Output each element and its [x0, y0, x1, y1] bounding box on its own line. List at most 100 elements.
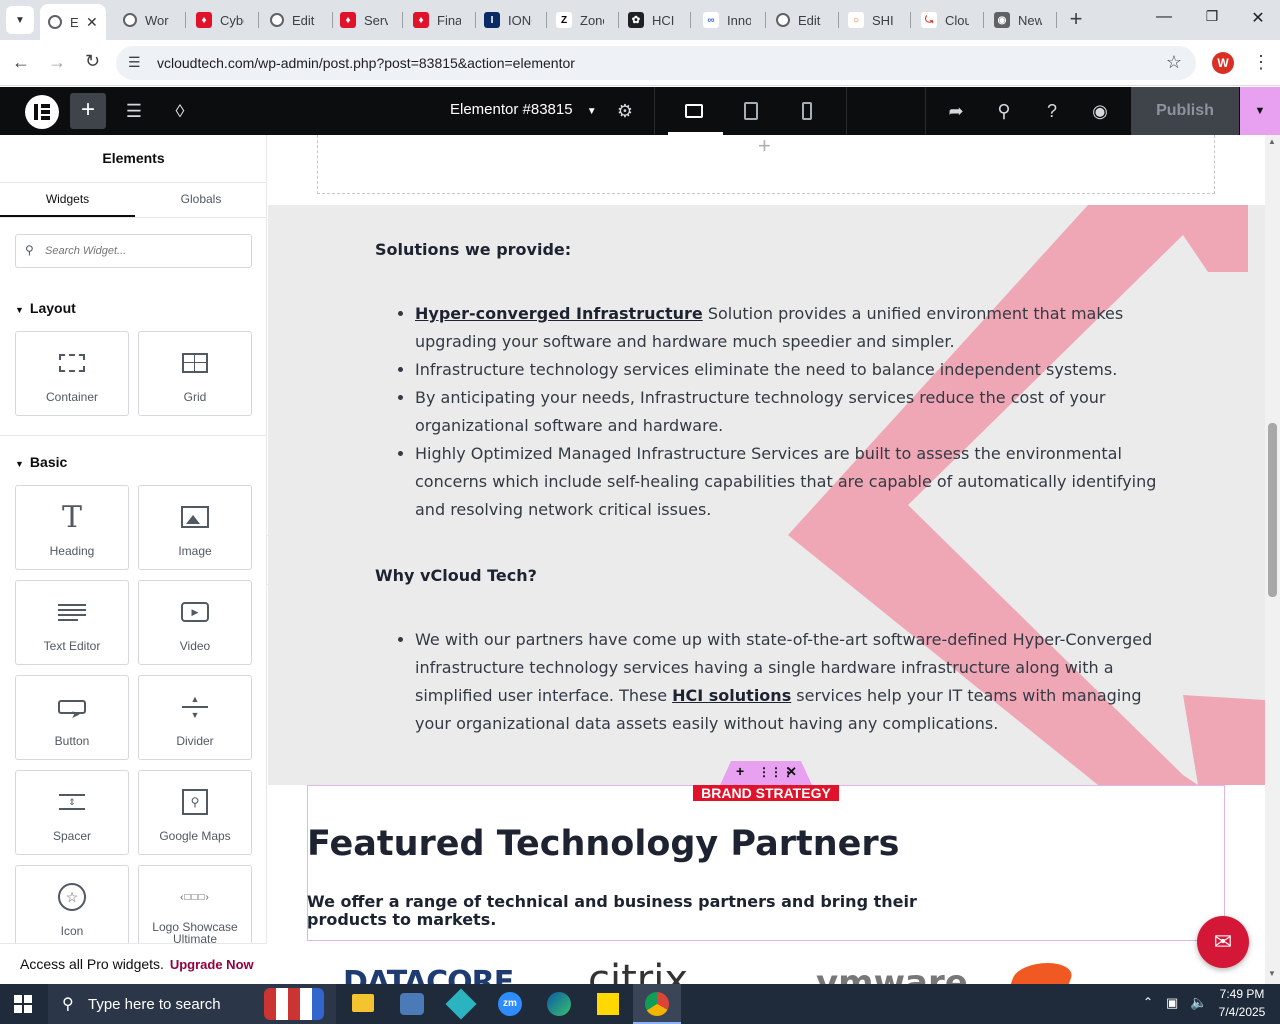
openai-icon: ✿ — [628, 12, 644, 28]
widget-video[interactable]: ▶ Video — [138, 580, 252, 665]
add-section-plus-icon[interactable]: + — [758, 135, 771, 159]
blue-app-icon[interactable] — [445, 988, 477, 1020]
search-widget-box[interactable]: ⚲ — [15, 234, 252, 268]
photos-app-icon[interactable] — [400, 993, 424, 1015]
chat-widget-button[interactable]: ✉ — [1197, 916, 1249, 968]
structure-layers-icon[interactable]: ◊ — [162, 93, 198, 129]
windows-start-icon[interactable] — [14, 995, 32, 1013]
bookmark-star-icon[interactable]: ☆ — [1166, 52, 1182, 73]
close-icon[interactable]: ✕ — [86, 14, 98, 31]
reload-icon[interactable]: ↻ — [85, 51, 100, 72]
tab-title: SHI | — [872, 12, 896, 28]
mobile-view-icon[interactable] — [792, 95, 822, 127]
network-icon[interactable]: ▣ — [1166, 995, 1178, 1011]
widget-logo-showcase[interactable]: ‹□□□› Logo Showcase Ultimate — [138, 865, 252, 950]
widget-heading[interactable]: T Heading — [15, 485, 129, 570]
tab-globals[interactable]: Globals — [135, 192, 267, 206]
widget-google-maps[interactable]: ⚲ Google Maps — [138, 770, 252, 855]
taskbar-time[interactable]: 7:49 PM — [1212, 987, 1272, 1001]
back-arrow-icon[interactable]: ← — [12, 52, 30, 73]
browser-tab[interactable]: ○ SHI | — [840, 6, 908, 34]
layout-section-header[interactable]: ▼ Layout — [15, 300, 76, 316]
zoom-icon[interactable]: zm — [498, 992, 522, 1016]
finder-search-icon[interactable]: ⚲ — [986, 93, 1022, 129]
taskbar-date[interactable]: 7/4/2025 — [1212, 1005, 1272, 1019]
delete-container-icon[interactable]: ✕ — [786, 764, 797, 780]
url-text[interactable]: vcloudtech.com/wp-admin/post.php?post=83… — [157, 55, 575, 71]
chrome-taskbar-button[interactable] — [633, 984, 681, 1024]
browser-tab[interactable]: Wor — [115, 6, 183, 34]
tab-search-button[interactable]: ▼ — [6, 6, 34, 34]
widget-container[interactable]: Container — [15, 331, 129, 416]
browser-tab[interactable]: Z Zone — [548, 6, 616, 34]
browser-tab[interactable]: I IONC — [476, 6, 544, 34]
caret-down-icon: ▼ — [15, 459, 24, 469]
browser-tab[interactable]: ♦ Finar — [405, 6, 473, 34]
hci-link[interactable]: Hyper-converged Infrastructure — [415, 304, 703, 323]
browser-tab[interactable]: ✿ HCI S — [620, 6, 688, 34]
widget-label: Heading — [49, 544, 95, 558]
site-info-icon[interactable]: ☰ — [128, 54, 141, 71]
widget-label: Video — [179, 639, 211, 653]
browser-tab[interactable]: ♦ Cybe — [188, 6, 256, 34]
widget-spacer[interactable]: ⇕ Spacer — [15, 770, 129, 855]
widget-image[interactable]: Image — [138, 485, 252, 570]
omnibox[interactable]: ☰ vcloudtech.com/wp-admin/post.php?post=… — [116, 46, 1196, 80]
elementor-logo-icon[interactable] — [25, 95, 59, 129]
browser-tab[interactable]: ♦ Serv — [332, 6, 400, 34]
preview-eye-icon[interactable]: ◉ — [1082, 93, 1118, 129]
basic-section-header[interactable]: ▼ Basic — [15, 454, 67, 470]
panel-title: Elements — [102, 150, 165, 166]
desktop-view-icon[interactable] — [676, 95, 712, 127]
tablet-view-icon[interactable] — [735, 95, 767, 127]
solutions-heading: Solutions we provide: — [375, 240, 572, 259]
widget-button[interactable]: ➤ Button — [15, 675, 129, 760]
upgrade-now-link[interactable]: Upgrade Now — [170, 957, 254, 972]
profile-avatar[interactable]: W — [1212, 52, 1234, 74]
window-close-button[interactable]: ✕ — [1244, 8, 1272, 32]
widget-text-editor[interactable]: Text Editor — [15, 580, 129, 665]
widget-icon[interactable]: ☆ Icon — [15, 865, 129, 950]
widget-grid[interactable]: Grid — [138, 331, 252, 416]
scroll-down-icon[interactable]: ▼ — [1268, 969, 1276, 978]
search-input[interactable] — [45, 243, 240, 259]
tab-widgets[interactable]: Widgets — [0, 192, 135, 206]
edge-icon[interactable] — [547, 992, 571, 1016]
add-element-plus-icon[interactable]: + — [736, 763, 744, 779]
forward-arrow-icon[interactable]: → — [48, 52, 66, 73]
restore-button[interactable]: ❐ — [1198, 8, 1226, 32]
new-tab-button[interactable]: + — [1064, 8, 1088, 32]
scrollbar-thumb[interactable] — [1268, 423, 1277, 597]
help-icon[interactable]: ? — [1034, 93, 1070, 129]
empty-container-dropzone[interactable]: + — [317, 135, 1215, 194]
browser-tab[interactable]: ∞ Inno — [695, 6, 763, 34]
hci-solutions-link[interactable]: HCI solutions — [672, 686, 791, 705]
logo-showcase-icon: ‹□□□› — [180, 891, 210, 903]
sticky-notes-icon[interactable] — [597, 993, 619, 1015]
browser-tab[interactable]: Edit — [768, 6, 836, 34]
menu-kebab-icon[interactable]: ⋮ — [1252, 52, 1270, 73]
tab-separator — [258, 12, 259, 28]
scroll-up-icon[interactable]: ▲ — [1268, 137, 1276, 146]
add-element-button[interactable]: + — [70, 93, 106, 129]
whats-new-rocket-icon[interactable]: ➦ — [938, 93, 974, 129]
publish-button[interactable]: Publish — [1131, 87, 1239, 135]
minimize-button[interactable]: — — [1150, 8, 1178, 32]
site-settings-sliders-icon[interactable]: ☰ — [116, 93, 152, 129]
document-title-dropdown[interactable]: Elementor #83815 ▼ — [450, 101, 597, 118]
publish-options-button[interactable]: ▼ — [1240, 87, 1280, 135]
browser-tab[interactable]: Edit — [262, 6, 330, 34]
taskbar-search-box[interactable]: ⚲ Type here to search — [48, 984, 336, 1024]
page-settings-gear-icon[interactable]: ⚙ — [607, 93, 643, 129]
browser-tab-active[interactable]: E ✕ — [40, 4, 106, 40]
tab-title: Inno — [727, 12, 751, 28]
tab-separator — [1056, 12, 1057, 28]
brand-strategy-badge: BRAND STRATEGY — [693, 785, 839, 801]
browser-tab[interactable]: ◉ New — [986, 6, 1054, 34]
widget-divider[interactable]: ▲ ▼ Divider — [138, 675, 252, 760]
browser-tab[interactable]: ⤿ Clou — [913, 6, 981, 34]
volume-icon[interactable]: 🔈 — [1190, 994, 1207, 1011]
canvas-scrollbar[interactable]: ▲ ▼ — [1265, 135, 1280, 984]
tray-chevron-up-icon[interactable]: ⌃ — [1143, 995, 1153, 1009]
file-explorer-icon[interactable] — [352, 994, 374, 1012]
